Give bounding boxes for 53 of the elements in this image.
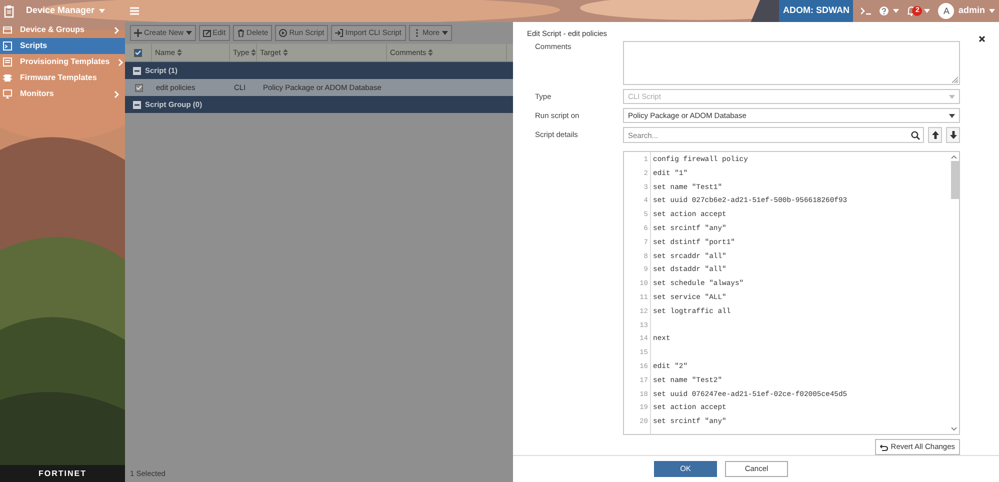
caret-icon — [949, 114, 955, 118]
caret-icon — [989, 9, 995, 13]
trash-icon — [236, 29, 245, 37]
import-icon — [335, 29, 344, 37]
app-title[interactable]: Device Manager — [26, 4, 95, 18]
undo-icon — [880, 444, 888, 450]
checkbox[interactable] — [134, 48, 142, 56]
plus-icon — [134, 29, 142, 37]
caret-icon — [98, 9, 105, 13]
next-match-button[interactable] — [946, 127, 960, 143]
collapse-icon[interactable] — [133, 100, 141, 108]
menu-item-icon — [3, 25, 12, 35]
sort-icon — [428, 49, 434, 56]
close-icon — [979, 36, 985, 42]
menu-item-icon — [3, 57, 12, 67]
sort-icon — [251, 49, 256, 56]
previous-match-button[interactable] — [928, 127, 942, 143]
caret-icon — [893, 9, 900, 13]
resize-grip-icon — [952, 77, 958, 83]
adom-label[interactable]: ADOM: SDWAN — [778, 0, 854, 22]
menu-item-icon — [3, 73, 12, 83]
menu-item-icon — [3, 41, 12, 51]
checkbox[interactable] — [134, 84, 142, 92]
edit-icon — [202, 29, 211, 37]
search-icon[interactable] — [911, 130, 920, 140]
menu-item-icon — [3, 89, 12, 99]
terminal-icon[interactable] — [861, 7, 872, 15]
check-icon — [136, 85, 142, 90]
bell-icon[interactable] — [907, 6, 916, 16]
sidebar-item[interactable]: Device & Groups — [0, 22, 125, 38]
arrow-up-icon — [932, 131, 938, 139]
sidebar-item[interactable]: Scripts — [0, 38, 125, 54]
sidebar-item[interactable]: Provisioning Templates — [0, 54, 125, 70]
scroll-up-icon[interactable] — [951, 155, 957, 159]
sidebar-item[interactable]: Monitors — [0, 86, 125, 102]
arrow-down-icon — [950, 131, 956, 139]
clipboard-icon — [4, 4, 14, 18]
check-icon — [135, 50, 141, 55]
sort-icon — [282, 49, 288, 56]
comments-field[interactable] — [623, 41, 960, 85]
help-icon[interactable] — [879, 6, 890, 16]
username[interactable]: admin — [958, 4, 985, 18]
sort-icon — [177, 49, 182, 56]
menu-icon[interactable] — [130, 7, 139, 15]
scrollbar-thumb[interactable] — [950, 161, 958, 199]
caret-icon — [924, 9, 930, 13]
scroll-down-icon[interactable] — [951, 427, 957, 431]
sidebar-item[interactable]: Firmware Templates — [0, 70, 125, 86]
collapse-icon[interactable] — [133, 66, 141, 74]
play-icon — [279, 29, 288, 37]
code-editor[interactable] — [623, 151, 960, 435]
caret-icon — [949, 94, 955, 98]
brand-logo: FORTINET — [38, 468, 86, 480]
